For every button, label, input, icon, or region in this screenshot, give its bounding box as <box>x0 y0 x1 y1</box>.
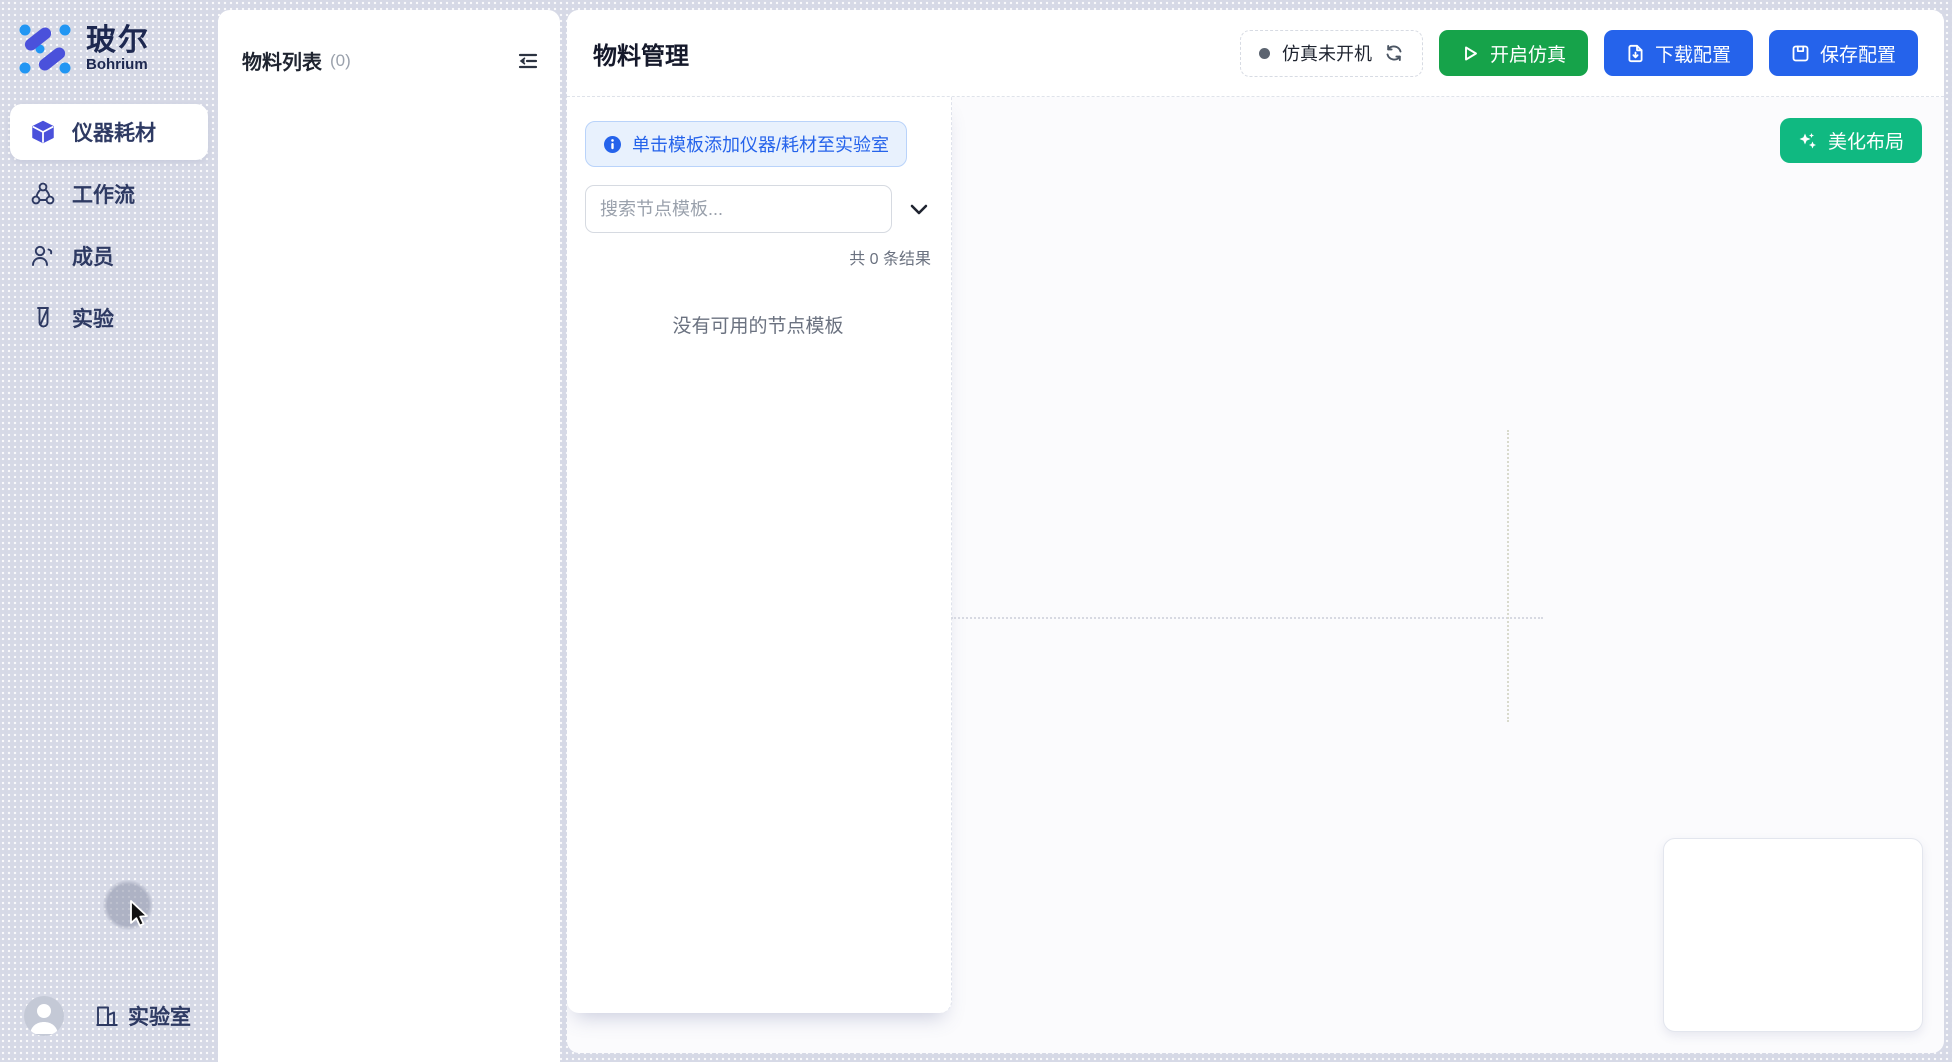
sidebar-item-workflow[interactable]: 工作流 <box>10 166 208 222</box>
sidebar-item-label: 实验 <box>72 303 114 333</box>
sidebar-item-label: 成员 <box>72 241 114 271</box>
template-search-row <box>585 185 931 233</box>
cube-icon <box>30 119 56 145</box>
chevron-down-icon[interactable] <box>907 197 931 221</box>
canvas-guide-vertical <box>1507 430 1509 722</box>
info-icon <box>603 135 622 154</box>
material-list-panel: 物料列表 (0) <box>218 10 560 1062</box>
info-banner-text: 单击模板添加仪器/耗材至实验室 <box>632 131 889 157</box>
download-config-button[interactable]: 下载配置 <box>1604 30 1753 76</box>
sidebar-item-label: 仪器耗材 <box>72 117 156 147</box>
start-simulation-button[interactable]: 开启仿真 <box>1439 30 1588 76</box>
sidebar-footer: 实验室 <box>24 996 191 1036</box>
sidebar-nav: 仪器耗材 工作流 成员 实验 <box>10 104 208 346</box>
material-list-count: (0) <box>330 51 351 71</box>
sidebar-item-experiments[interactable]: 实验 <box>10 290 208 346</box>
bohrium-logo-icon <box>16 20 74 78</box>
user-icon <box>24 996 64 1036</box>
simulation-status-pill: 仿真未开机 <box>1240 30 1423 77</box>
beautify-layout-label: 美化布局 <box>1828 127 1904 154</box>
simulation-status-text: 仿真未开机 <box>1282 40 1372 66</box>
play-icon <box>1461 44 1480 63</box>
main-panel: 物料管理 仿真未开机 开启仿真 <box>567 10 1944 1053</box>
file-download-icon <box>1626 44 1645 63</box>
bohrium-lab-app: { "brand": { "name": "玻尔", "subtitle": "… <box>0 0 1952 1062</box>
save-icon <box>1791 44 1810 63</box>
workflow-icon <box>30 181 56 207</box>
info-banner: 单击模板添加仪器/耗材至实验室 <box>585 121 907 167</box>
save-config-button[interactable]: 保存配置 <box>1769 30 1918 76</box>
brand-subtitle: Bohrium <box>86 56 150 73</box>
start-simulation-label: 开启仿真 <box>1490 40 1566 67</box>
members-icon <box>30 243 56 269</box>
mouse-cursor <box>123 897 155 929</box>
result-count: 共 0 条结果 <box>585 245 931 269</box>
material-list-header: 物料列表 (0) <box>218 10 560 75</box>
lab-switcher[interactable]: 实验室 <box>94 1001 191 1031</box>
minimap[interactable] <box>1663 838 1923 1032</box>
collapse-panel-icon[interactable] <box>516 49 540 73</box>
page-title: 物料管理 <box>593 36 689 71</box>
sidebar-item-members[interactable]: 成员 <box>10 228 208 284</box>
material-list-title: 物料列表 <box>242 46 322 75</box>
lab-canvas[interactable]: 单击模板添加仪器/耗材至实验室 共 0 条结果 没有可用的节点模板 美化布局 <box>567 97 1944 1053</box>
sparkles-icon <box>1798 131 1818 151</box>
beautify-layout-button[interactable]: 美化布局 <box>1780 118 1922 163</box>
experiment-icon <box>30 305 56 331</box>
refresh-icon[interactable] <box>1384 43 1404 63</box>
building-icon <box>94 1003 120 1029</box>
template-search-input[interactable] <box>585 185 892 233</box>
canvas-guide-horizontal <box>951 617 1543 619</box>
brand-text: 玻尔 Bohrium <box>86 25 150 74</box>
node-templates-panel: 单击模板添加仪器/耗材至实验室 共 0 条结果 没有可用的节点模板 <box>567 97 952 1013</box>
sidebar-item-instruments[interactable]: 仪器耗材 <box>10 104 208 160</box>
brand-name: 玻尔 <box>86 25 150 57</box>
brand-block: 玻尔 Bohrium <box>0 0 218 78</box>
header-actions: 仿真未开机 开启仿真 下载配 <box>1240 30 1918 77</box>
save-config-label: 保存配置 <box>1820 40 1896 67</box>
sidebar-item-label: 工作流 <box>72 179 135 209</box>
status-dot-icon <box>1259 48 1270 59</box>
empty-templates-message: 没有可用的节点模板 <box>585 311 931 338</box>
lab-label: 实验室 <box>128 1001 191 1031</box>
avatar[interactable] <box>24 996 64 1036</box>
main-header: 物料管理 仿真未开机 开启仿真 <box>567 10 1944 97</box>
download-config-label: 下载配置 <box>1655 40 1731 67</box>
